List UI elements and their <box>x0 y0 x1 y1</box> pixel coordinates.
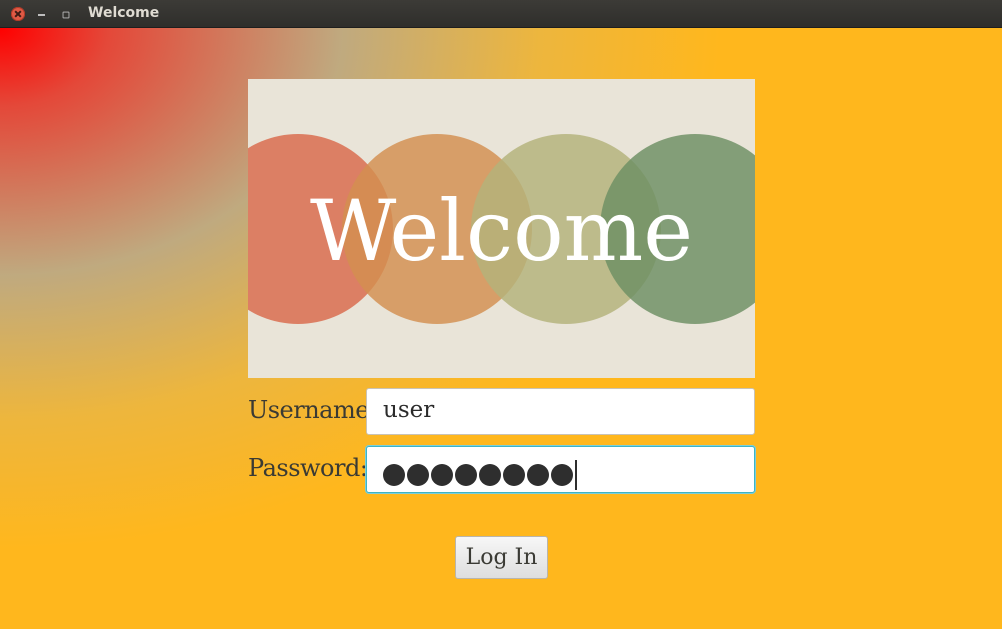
close-window-icon[interactable] <box>11 7 25 21</box>
password-mask-dot <box>527 464 549 486</box>
password-mask-dot <box>551 464 573 486</box>
window-titlebar: Welcome <box>0 0 1002 28</box>
window-title: Welcome <box>88 5 160 21</box>
username-input[interactable]: user <box>366 388 755 435</box>
welcome-banner: Welcome <box>248 79 755 378</box>
maximize-window-icon[interactable] <box>58 7 72 21</box>
username-row: Username: user <box>248 388 755 436</box>
password-mask-dot <box>479 464 501 486</box>
password-row: Password: <box>248 446 755 494</box>
password-mask-dot <box>503 464 525 486</box>
login-button[interactable]: Log In <box>455 536 548 579</box>
minimize-window-icon[interactable] <box>34 7 48 21</box>
username-label: Username: <box>248 396 377 424</box>
password-mask-dot <box>455 464 477 486</box>
banner-title: Welcome <box>309 182 694 280</box>
password-mask-dot <box>407 464 429 486</box>
text-caret <box>575 460 577 490</box>
password-input[interactable] <box>366 446 755 493</box>
password-mask <box>383 464 573 486</box>
password-label: Password: <box>248 454 368 482</box>
login-window-content: Welcome Username: user Password: Log In <box>0 28 1002 629</box>
password-mask-dot <box>431 464 453 486</box>
password-mask-dot <box>383 464 405 486</box>
